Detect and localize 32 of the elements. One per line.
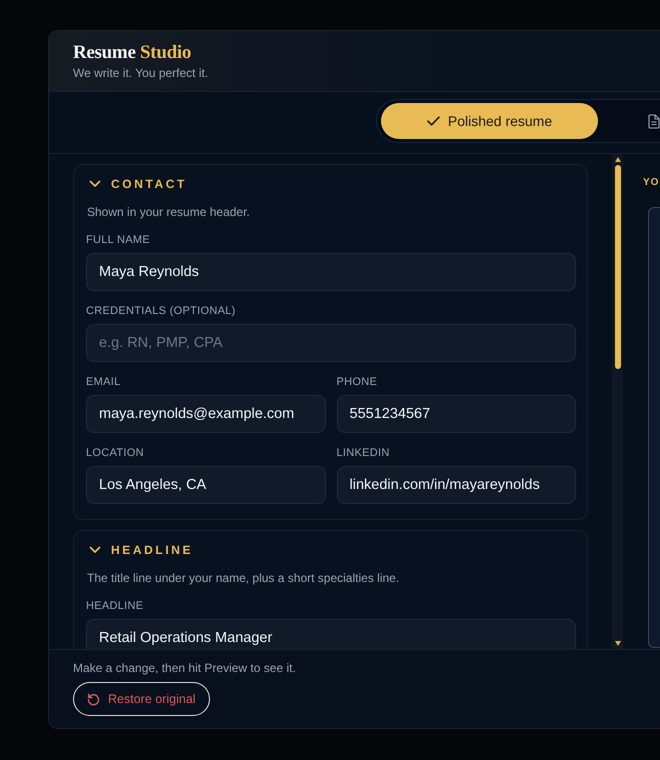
section-title[interactable]: CONTACT bbox=[111, 176, 187, 192]
input-field[interactable]: e.g. RN, PMP, CPA bbox=[86, 324, 576, 362]
section-description: The title line under your name, plus a short specialties line. bbox=[87, 570, 400, 586]
scroll-down-icon[interactable] bbox=[614, 641, 620, 646]
document-icon bbox=[648, 114, 660, 128]
input-field[interactable]: maya.reynolds@example.com bbox=[86, 395, 326, 433]
input-field[interactable]: 5551234567 bbox=[336, 395, 576, 433]
input-field[interactable]: Los Angeles, CA bbox=[86, 466, 326, 504]
section-description: Shown in your resume header. bbox=[87, 204, 251, 220]
chevron-icon[interactable] bbox=[89, 180, 101, 188]
section-title[interactable]: HEADLINE bbox=[111, 542, 194, 558]
restore-button[interactable]: Restore original bbox=[73, 682, 210, 716]
input-field[interactable]: linkedin.com/in/mayareynolds bbox=[336, 466, 576, 504]
field-label: HEADLINE bbox=[86, 599, 144, 613]
field-label: FULL NAME bbox=[86, 233, 152, 247]
chevron-icon[interactable] bbox=[89, 546, 101, 554]
app-title: Resume Studio bbox=[73, 42, 192, 64]
field-label: CREDENTIALS (OPTIONAL) bbox=[86, 304, 237, 318]
scrollbar-thumb[interactable] bbox=[614, 165, 620, 369]
restore-icon bbox=[87, 692, 100, 706]
app-tagline: We write it. You perfect it. bbox=[73, 66, 208, 81]
field-label: LINKEDIN bbox=[336, 446, 391, 460]
footer-hint: Make a change, then hit Preview to see it. bbox=[73, 660, 296, 676]
view-tab[interactable]: Polished resume bbox=[381, 103, 598, 139]
input-field[interactable]: Maya Reynolds bbox=[86, 253, 576, 291]
field-label: LOCATION bbox=[86, 446, 145, 460]
field-label: EMAIL bbox=[86, 375, 122, 389]
preview-label: YO bbox=[643, 176, 660, 190]
input-field[interactable]: Retail Operations Manager bbox=[86, 619, 576, 649]
field-label: PHONE bbox=[336, 375, 378, 389]
check-icon bbox=[426, 116, 440, 126]
scroll-up-icon[interactable] bbox=[614, 157, 620, 162]
